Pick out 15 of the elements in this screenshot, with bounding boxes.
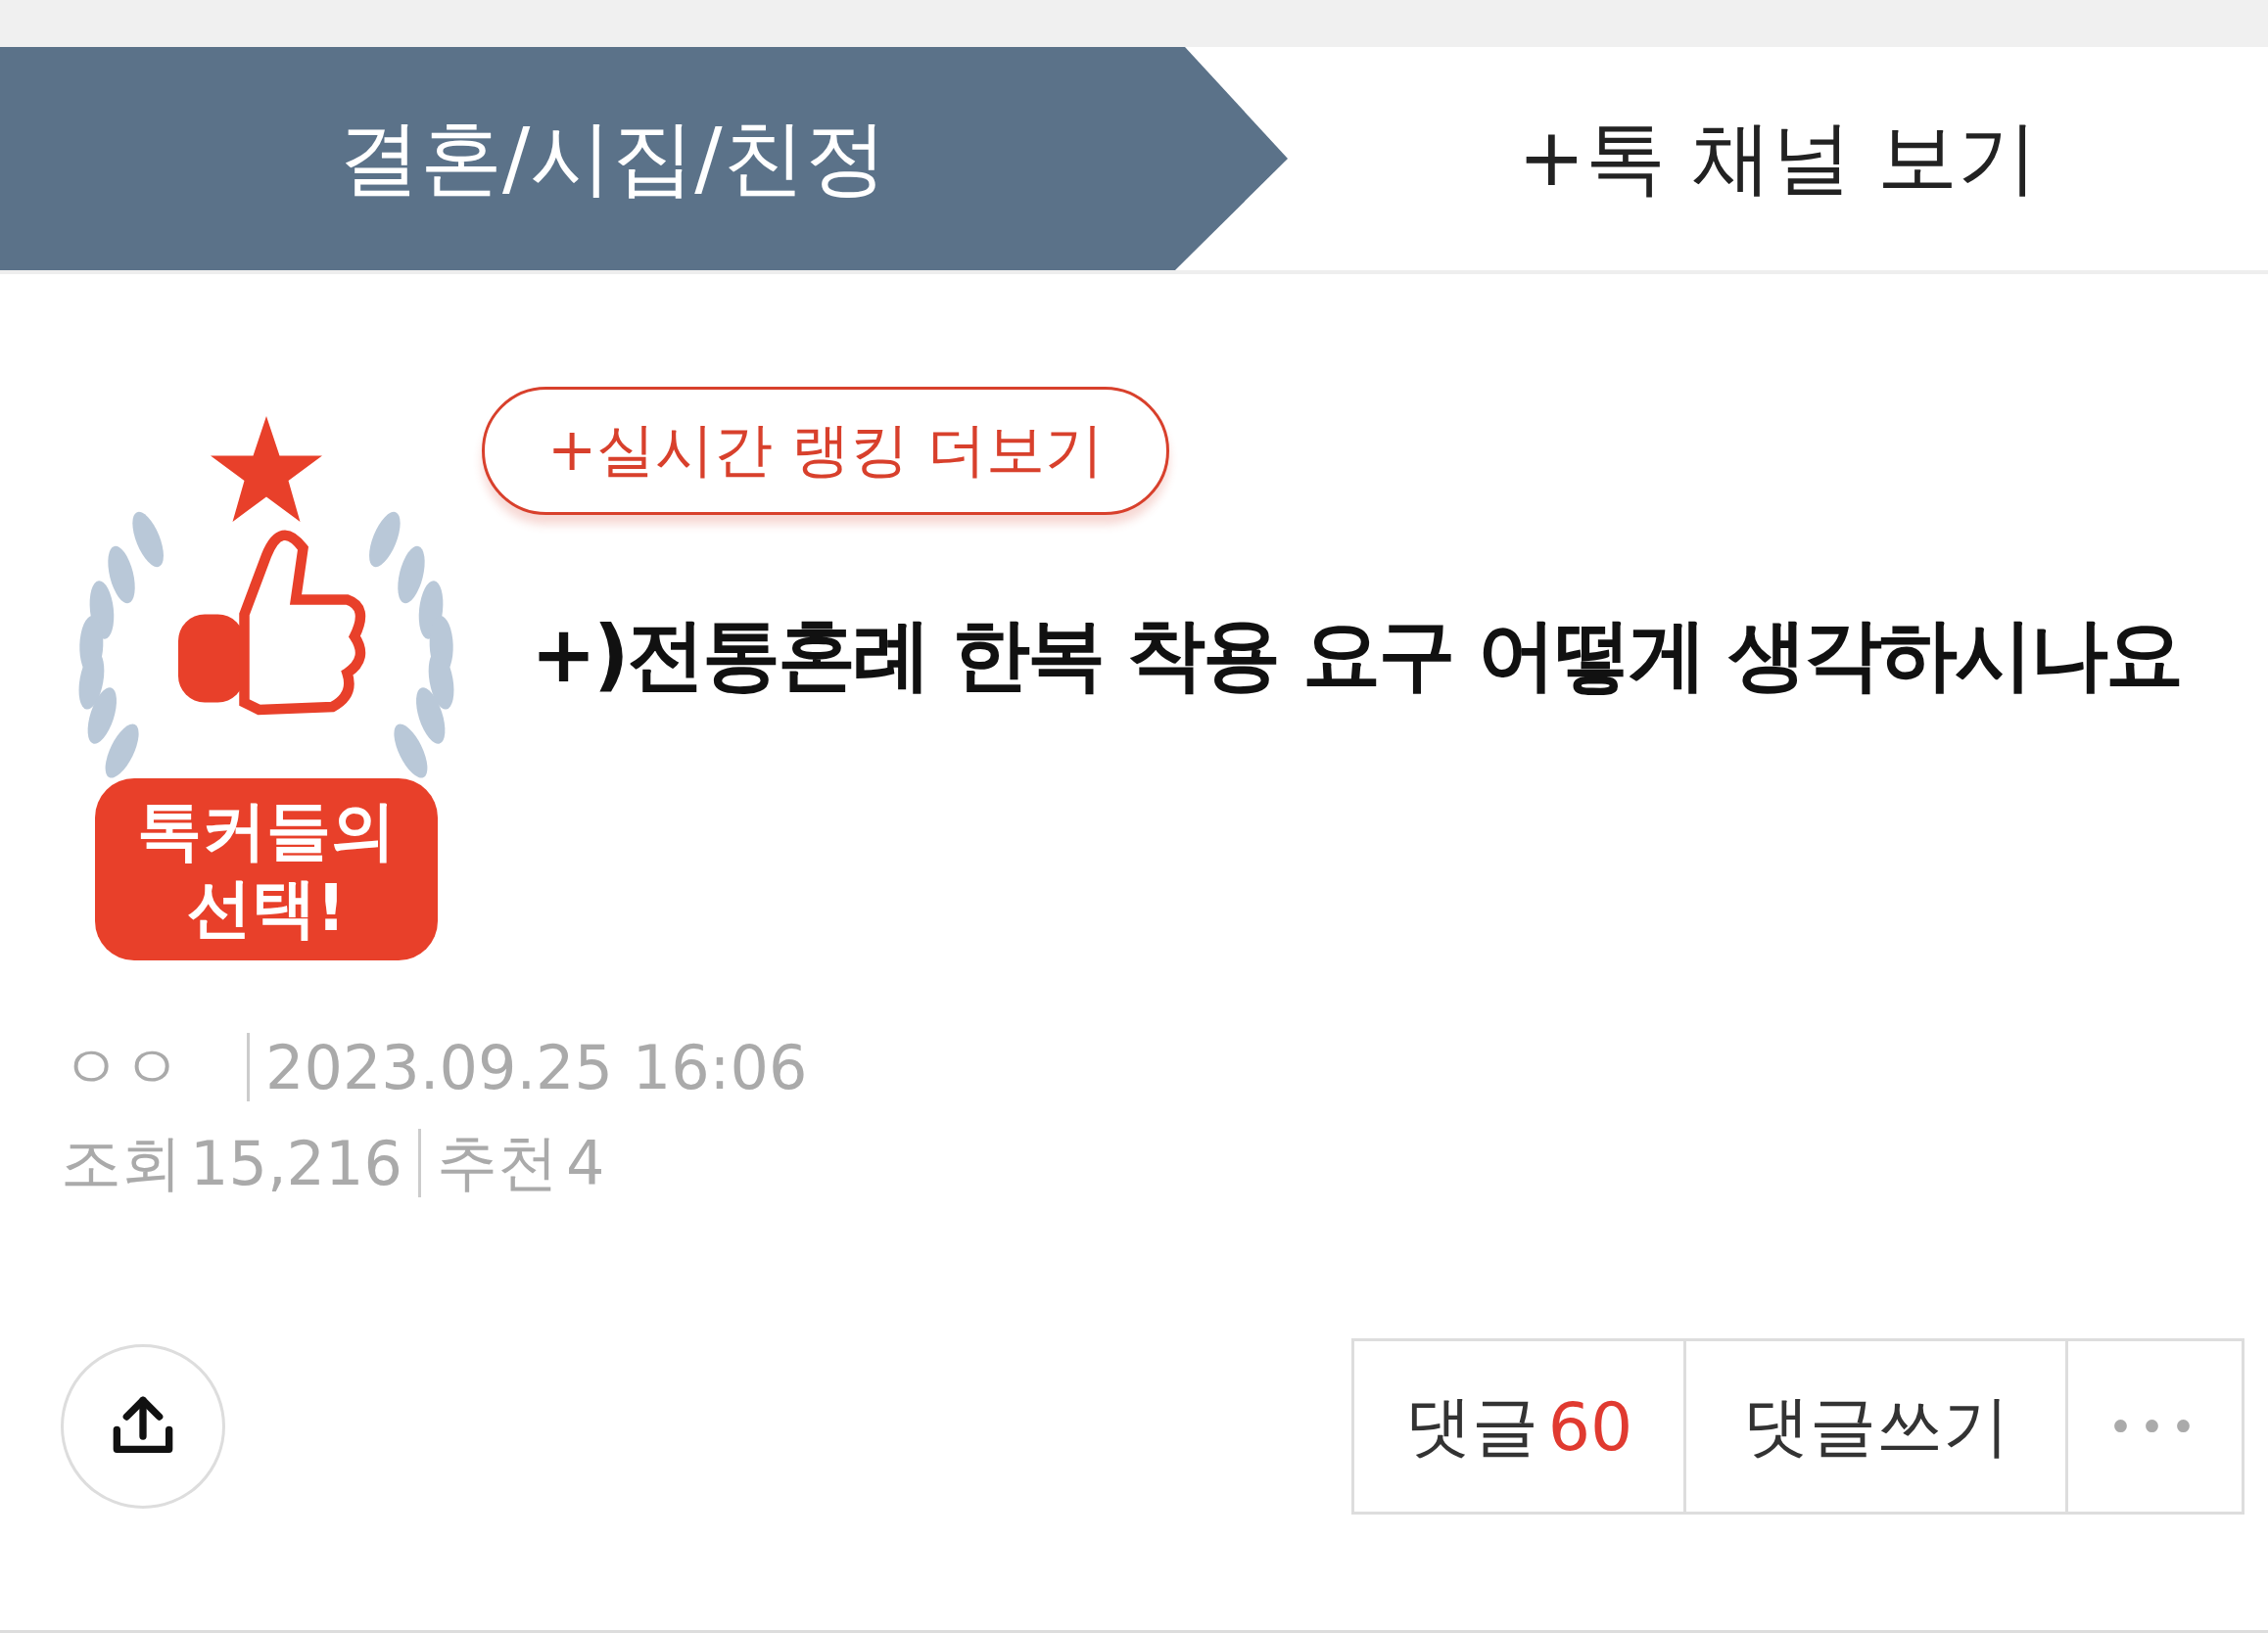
likes-count: 4 [565, 1127, 605, 1199]
views-count: 15,216 [190, 1127, 402, 1199]
comments-count: 60 [1547, 1387, 1633, 1466]
category-title: 결혼/시집/친정 [338, 109, 887, 208]
post-date: 2023.09.25 16:06 [265, 1031, 808, 1103]
channel-link[interactable]: +톡 채널 보기 [1518, 105, 2038, 212]
views-label: 조회 [61, 1126, 182, 1201]
badge-label: 톡커들의 선택! [95, 778, 438, 961]
post-title: +)전통혼례 한복 착용 요구 어떻게 생각하시나요 [531, 608, 2181, 702]
likes-label: 추천 [436, 1126, 558, 1201]
author-name: ㅇㅇ [61, 1030, 182, 1105]
comments-label: 댓글 [1404, 1385, 1538, 1467]
write-comment-button[interactable]: 댓글쓰기 [1686, 1338, 2068, 1516]
ranking-button[interactable]: +실시간 랭킹 더보기 [482, 387, 1170, 515]
comments-button[interactable]: 댓글 60 [1351, 1338, 1686, 1516]
